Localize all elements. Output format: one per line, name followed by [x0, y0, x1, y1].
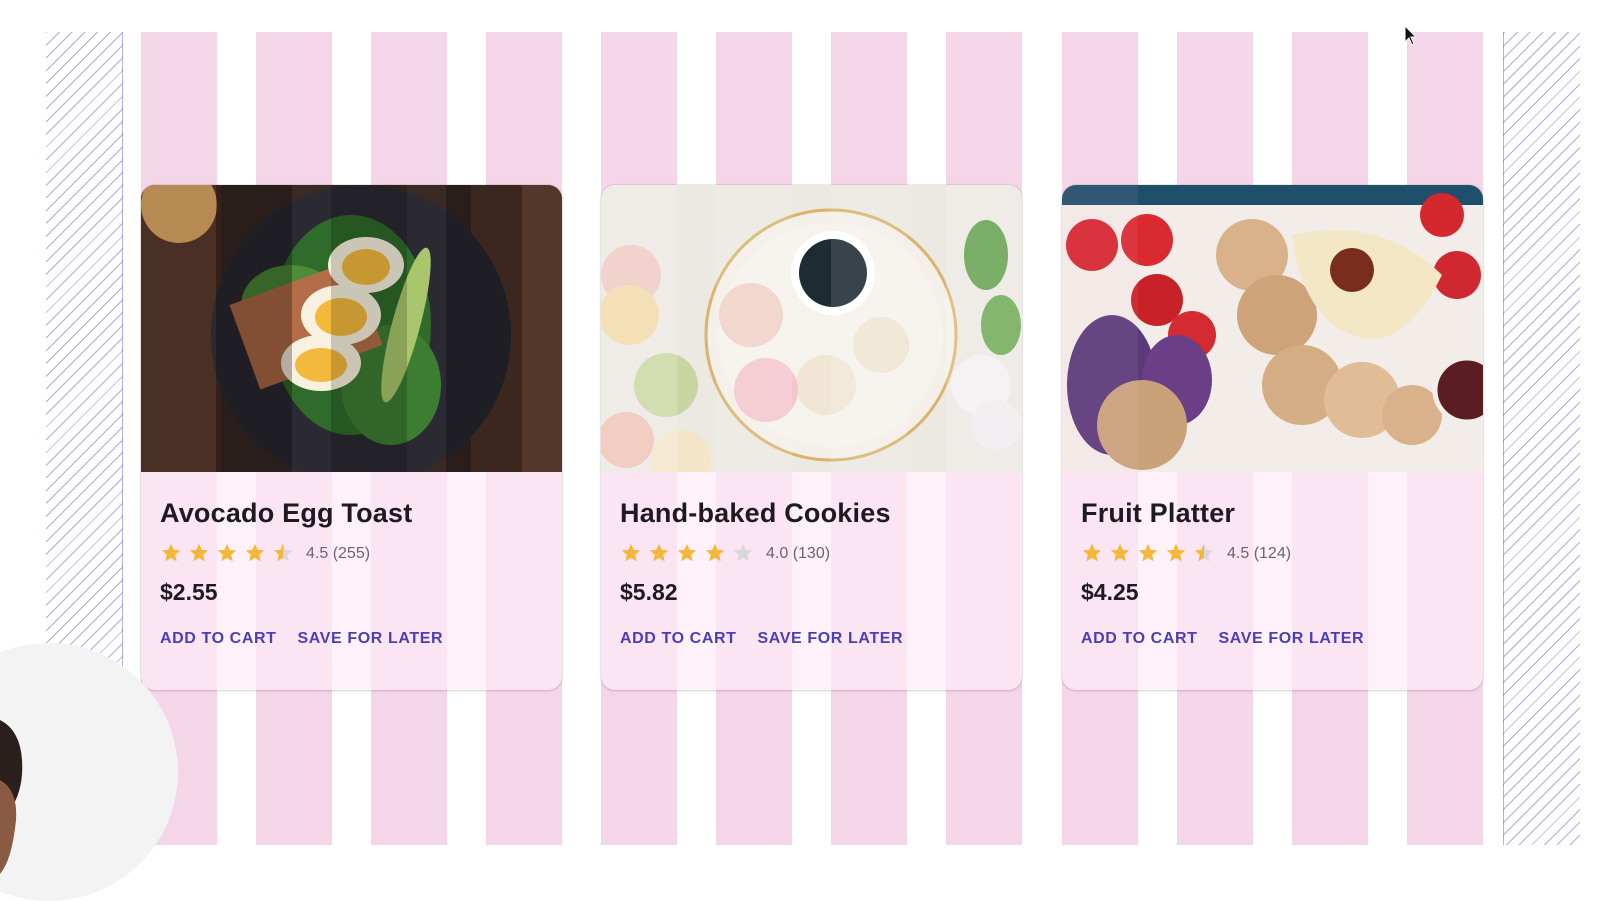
product-title: Avocado Egg Toast: [160, 498, 413, 528]
star-empty-icon: [732, 542, 760, 566]
product-card: Fruit Platter 4.5 (124) $4.25 ADD TO CAR…: [1062, 185, 1483, 690]
star-full-icon: [160, 542, 188, 566]
product-image: [1062, 185, 1483, 472]
save-for-later-button[interactable]: SAVE FOR LATER: [758, 630, 904, 648]
presenter-avatar: [0, 720, 23, 874]
rating-count: 4.0 (130): [766, 545, 831, 562]
star-rating: 4.0 (130): [620, 541, 1003, 567]
star-half-icon: [1193, 542, 1221, 566]
star-half-icon: [272, 542, 300, 566]
star-full-icon: [648, 542, 676, 566]
star-full-icon: [244, 542, 272, 566]
product-card: Hand-baked Cookies 4.0 (130) $5.82 ADD T…: [601, 185, 1022, 690]
star-full-icon: [1137, 542, 1165, 566]
product-title: Fruit Platter: [1081, 498, 1236, 528]
product-title: Hand-baked Cookies: [620, 498, 891, 528]
star-rating: 4.5 (124): [1081, 541, 1464, 567]
avocado-egg-toast-photo: [141, 185, 562, 472]
add-to-cart-button[interactable]: ADD TO CART: [620, 630, 737, 648]
star-full-icon: [620, 542, 648, 566]
right-margin-guide: [1503, 32, 1580, 845]
star-full-icon: [676, 542, 704, 566]
macarons-coffee-photo: [601, 185, 1022, 472]
product-image: [141, 185, 562, 472]
star-full-icon: [188, 542, 216, 566]
fruit-cracker-platter-photo: [1062, 185, 1483, 472]
rating-count: 4.5 (124): [1227, 545, 1292, 562]
product-price: $4.25: [1081, 579, 1139, 605]
save-for-later-button[interactable]: SAVE FOR LATER: [298, 630, 444, 648]
rating-count: 4.5 (255): [306, 545, 371, 562]
product-image: [601, 185, 1022, 472]
save-for-later-button[interactable]: SAVE FOR LATER: [1219, 630, 1365, 648]
star-full-icon: [1081, 542, 1109, 566]
star-full-icon: [216, 542, 244, 566]
mouse-cursor-icon: [1404, 25, 1418, 46]
product-price: $5.82: [620, 579, 678, 605]
star-rating: 4.5 (255): [160, 541, 543, 567]
star-full-icon: [704, 542, 732, 566]
star-full-icon: [1109, 542, 1137, 566]
add-to-cart-button[interactable]: ADD TO CART: [160, 630, 277, 648]
product-price: $2.55: [160, 579, 218, 605]
add-to-cart-button[interactable]: ADD TO CART: [1081, 630, 1198, 648]
star-full-icon: [1165, 542, 1193, 566]
product-card: Avocado Egg Toast 4.5 (255) $2.55 ADD TO…: [141, 185, 562, 690]
